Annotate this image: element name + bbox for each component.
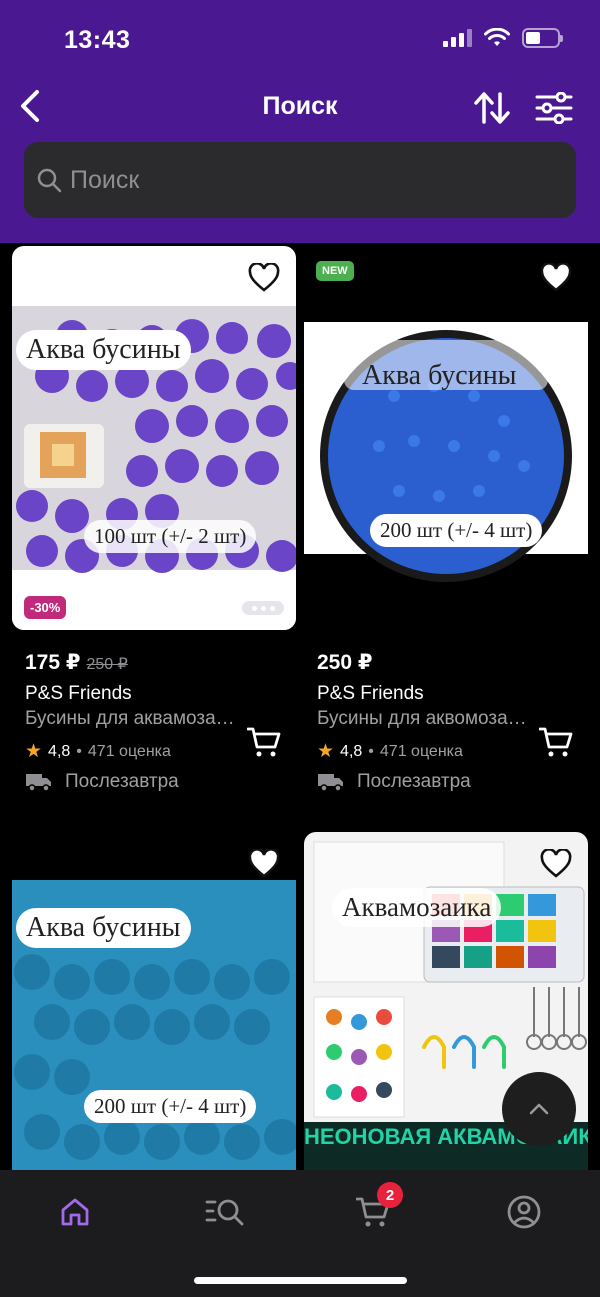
- wifi-icon: [484, 28, 510, 46]
- status-time: 13:43: [64, 26, 131, 54]
- product-photo: [304, 322, 588, 582]
- favorite-button[interactable]: [244, 844, 284, 884]
- profile-icon: [507, 1195, 541, 1229]
- heart-icon: [248, 263, 280, 292]
- home-indicator: [194, 1277, 407, 1284]
- rating-separator: •: [76, 742, 82, 760]
- tab-profile[interactable]: [494, 1187, 554, 1237]
- cart-icon: [539, 727, 573, 757]
- rating-count: 471 оценка: [87, 742, 171, 760]
- battery-icon: [522, 28, 563, 48]
- rating: ★ 4,8 • 471 оценка: [25, 740, 171, 763]
- tab-catalog-search[interactable]: [195, 1187, 255, 1237]
- filter-button[interactable]: [532, 86, 576, 130]
- rating-value: 4,8: [48, 742, 71, 760]
- search-bar[interactable]: [24, 142, 576, 218]
- image-banner-title: Аква бусины: [362, 360, 517, 391]
- delivery-info: Послезавтра: [25, 771, 179, 793]
- product-image[interactable]: Аква бусины 200 шт (+/- 4 шт) NEW: [304, 246, 588, 630]
- rating: ★ 4,8 • 471 оценка: [317, 740, 463, 763]
- image-pager[interactable]: [242, 601, 284, 615]
- brand-name[interactable]: P&S Friends: [317, 683, 424, 705]
- home-icon: [61, 1198, 89, 1226]
- filter-sliders-icon: [535, 92, 573, 124]
- truck-icon: [26, 774, 51, 792]
- signal-icon: [443, 29, 472, 47]
- sort-arrows-icon: [474, 92, 510, 124]
- favorite-button[interactable]: [244, 258, 284, 298]
- status-bar: 13:43: [0, 0, 600, 80]
- image-banner-title: Аквамозаика: [332, 888, 502, 927]
- product-image[interactable]: Аква бусины 100 шт (+/- 2 шт) -30%: [12, 246, 296, 630]
- price: 175 ₽: [25, 651, 81, 674]
- image-banner-subtitle: 200 шт (+/- 4 шт): [370, 514, 543, 547]
- star-icon: ★: [25, 741, 43, 762]
- add-to-cart-button[interactable]: [244, 722, 284, 762]
- scroll-to-top-button[interactable]: [502, 1072, 576, 1146]
- rating-count: 471 оценка: [379, 742, 463, 760]
- search-input[interactable]: [70, 165, 530, 195]
- discount-badge: -30%: [24, 596, 67, 619]
- price: 250 ₽: [317, 651, 373, 674]
- chevron-up-icon: [529, 1103, 549, 1115]
- rating-separator: •: [368, 742, 374, 760]
- price-row: 250 ₽: [317, 650, 372, 675]
- cart-icon: [247, 727, 281, 757]
- add-to-cart-button[interactable]: [536, 722, 576, 762]
- favorite-button[interactable]: [536, 844, 576, 884]
- search-icon: [37, 168, 62, 193]
- delivery-text: Послезавтра: [357, 771, 471, 792]
- truck-icon: [318, 774, 343, 792]
- product-photo: [12, 306, 296, 630]
- image-banner-title: Аква бусины: [16, 330, 191, 370]
- rating-value: 4,8: [340, 742, 363, 760]
- catalog-search-icon: [205, 1199, 244, 1226]
- star-icon: ★: [317, 741, 335, 762]
- product-title[interactable]: Бусины для аквомозаики: [317, 708, 532, 730]
- new-badge: NEW: [316, 261, 354, 281]
- sort-button[interactable]: [470, 86, 514, 130]
- tab-home[interactable]: [45, 1187, 105, 1237]
- header: 13:43 Поиск: [0, 0, 600, 243]
- nav-bar: Поиск: [0, 80, 600, 136]
- delivery-text: Послезавтра: [65, 771, 179, 792]
- product-title[interactable]: Бусины для аквамозаики: [25, 708, 240, 730]
- price-row: 175 ₽ 250 ₽: [25, 650, 128, 675]
- heart-icon: [540, 263, 572, 292]
- heart-icon: [248, 849, 280, 878]
- favorite-button[interactable]: [536, 258, 576, 298]
- delivery-info: Послезавтра: [317, 771, 471, 793]
- status-icons: [443, 28, 563, 48]
- image-banner-subtitle: 100 шт (+/- 2 шт): [84, 520, 257, 553]
- old-price: 250 ₽: [86, 656, 128, 673]
- heart-icon: [540, 849, 572, 878]
- image-banner-title: Аква бусины: [16, 908, 191, 948]
- brand-name[interactable]: P&S Friends: [25, 683, 132, 705]
- cart-count-badge: 2: [377, 1182, 403, 1208]
- image-banner-subtitle: 200 шт (+/- 4 шт): [84, 1090, 257, 1123]
